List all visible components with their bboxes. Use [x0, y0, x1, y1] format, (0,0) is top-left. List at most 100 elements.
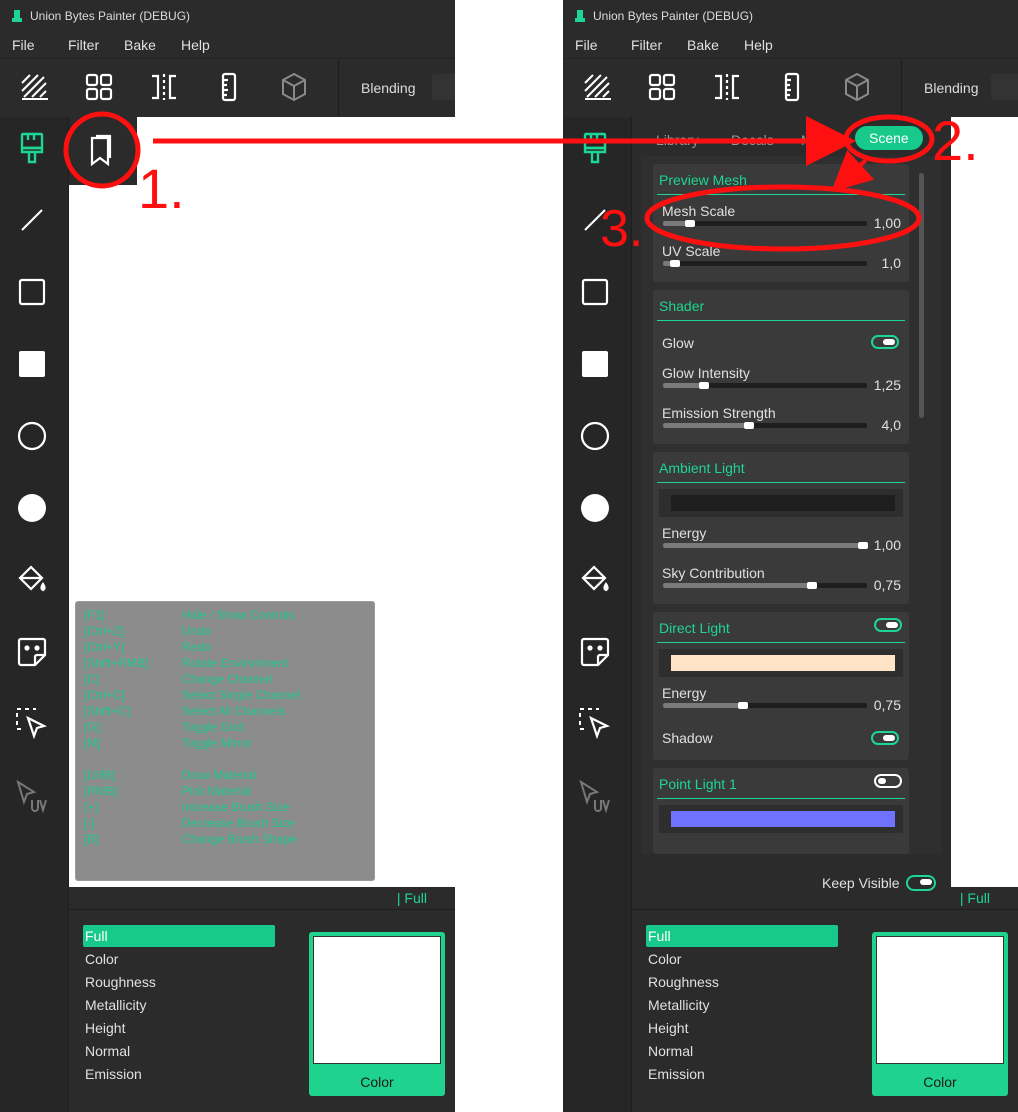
glow-intensity-label: Glow Intensity — [662, 365, 750, 381]
uv-cursor-icon[interactable] — [14, 778, 50, 814]
channel-metallicity[interactable]: Metallicity — [83, 994, 275, 1016]
ambient-color-field[interactable] — [659, 489, 903, 517]
pattern-icon[interactable] — [19, 71, 51, 103]
color-picker-button[interactable]: Color — [872, 932, 1008, 1096]
filled-circle-tool-icon[interactable] — [577, 490, 613, 526]
sticker-icon[interactable] — [14, 634, 50, 670]
channel-metallicity[interactable]: Metallicity — [646, 994, 838, 1016]
keep-visible-label: Keep Visible — [822, 875, 900, 891]
menu-bake[interactable]: Bake — [124, 37, 156, 53]
channel-height[interactable]: Height — [646, 1017, 838, 1039]
direct-energy-slider[interactable] — [663, 702, 867, 709]
mirror-icon[interactable] — [148, 71, 180, 103]
direct-light-toggle[interactable] — [874, 618, 902, 632]
line-tool-icon[interactable] — [14, 202, 50, 238]
blending-dropdown[interactable] — [991, 74, 1018, 100]
toolbar-separator — [901, 60, 902, 116]
line-tool-icon[interactable] — [577, 202, 613, 238]
ambient-color-swatch — [671, 495, 895, 511]
channel-roughness[interactable]: Roughness — [646, 971, 838, 993]
channel-emission[interactable]: Emission — [646, 1063, 838, 1085]
shortcut-key: [C] — [84, 672, 100, 686]
ambient-energy-slider[interactable] — [663, 542, 868, 549]
rectangle-tool-icon[interactable] — [577, 274, 613, 310]
ambient-energy-label: Energy — [662, 525, 707, 541]
mesh-scale-label: Mesh Scale — [662, 203, 736, 219]
shortcut-key: [Shift+C] — [84, 704, 131, 718]
menu-filter[interactable]: Filter — [68, 37, 99, 53]
keep-visible-toggle[interactable] — [906, 875, 936, 891]
section-divider — [657, 798, 905, 799]
color-picker-button[interactable]: Color — [309, 932, 445, 1096]
circle-tool-icon[interactable] — [14, 418, 50, 454]
sticker-icon[interactable] — [577, 634, 613, 670]
window-title: Union Bytes Painter (DEBUG) — [30, 9, 191, 23]
rectangle-tool-icon[interactable] — [14, 274, 50, 310]
bookmark-icon[interactable] — [86, 134, 116, 168]
shortcut-description: Undo — [182, 624, 211, 638]
shortcut-key: [RMB] — [84, 784, 118, 798]
channel-roughness[interactable]: Roughness — [83, 971, 275, 993]
channel-normal[interactable]: Normal — [83, 1040, 275, 1062]
shadow-toggle[interactable] — [871, 731, 899, 745]
direct-color-field[interactable] — [659, 649, 903, 677]
circle-tool-icon[interactable] — [577, 418, 613, 454]
menu-filter[interactable]: Filter — [631, 37, 662, 53]
ruler-icon[interactable] — [213, 71, 245, 103]
shortcut-key: [Shift+RMB] — [84, 656, 149, 670]
channel-color[interactable]: Color — [83, 948, 275, 970]
tab-scene[interactable]: Scene — [855, 126, 923, 150]
menu-help[interactable]: Help — [744, 37, 773, 53]
paint-brush-icon[interactable] — [577, 130, 613, 166]
uv-scale-value: 1,0 — [881, 255, 901, 271]
filled-rectangle-tool-icon[interactable] — [577, 346, 613, 382]
shortcut-key: [Ctrl+Z] — [84, 624, 124, 638]
menu-help[interactable]: Help — [181, 37, 210, 53]
ruler-icon[interactable] — [776, 71, 808, 103]
tab-decals[interactable]: Decals — [731, 132, 774, 148]
grid-icon[interactable] — [646, 71, 678, 103]
toolbar-separator — [338, 60, 339, 116]
filled-circle-tool-icon[interactable] — [14, 490, 50, 526]
paint-brush-icon[interactable] — [14, 130, 50, 166]
right-window: Union Bytes Painter (DEBUG) File Filter … — [563, 0, 1018, 1112]
channel-emission[interactable]: Emission — [83, 1063, 275, 1085]
cube-icon[interactable] — [278, 71, 310, 103]
point-light-color-field[interactable] — [659, 805, 903, 833]
uv-cursor-icon[interactable] — [577, 778, 613, 814]
fill-bucket-icon[interactable] — [577, 562, 613, 598]
pattern-icon[interactable] — [582, 71, 614, 103]
channel-height[interactable]: Height — [83, 1017, 275, 1039]
panel-scrollbar[interactable] — [919, 173, 924, 418]
window-title: Union Bytes Painter (DEBUG) — [593, 9, 754, 23]
channel-color[interactable]: Color — [646, 948, 838, 970]
channel-full[interactable]: Full — [83, 925, 275, 947]
emission-strength-label: Emission Strength — [662, 405, 776, 421]
channel-normal[interactable]: Normal — [646, 1040, 838, 1062]
point-light-1-toggle[interactable] — [874, 774, 902, 788]
mirror-icon[interactable] — [711, 71, 743, 103]
tab-library[interactable]: Library — [656, 132, 699, 148]
menu-file[interactable]: File — [575, 37, 598, 53]
section-divider — [657, 482, 905, 483]
selection-cursor-icon[interactable] — [577, 706, 613, 742]
blending-dropdown[interactable] — [432, 74, 455, 100]
selection-cursor-icon[interactable] — [14, 706, 50, 742]
paint-canvas[interactable] — [951, 117, 1018, 887]
menu-file[interactable]: File — [12, 37, 35, 53]
cube-icon[interactable] — [841, 71, 873, 103]
shortcut-description: Toggle Grid — [182, 720, 244, 734]
channel-full[interactable]: Full — [646, 925, 838, 947]
emission-strength-slider[interactable] — [663, 422, 867, 429]
channel-panel: Full Color Roughness Metallicity Height … — [632, 909, 1018, 1112]
sky-contribution-slider[interactable] — [663, 582, 867, 589]
glow-toggle[interactable] — [871, 335, 899, 349]
filled-rectangle-tool-icon[interactable] — [14, 346, 50, 382]
glow-intensity-slider[interactable] — [663, 382, 867, 389]
tab-masks[interactable]: Masks — [801, 132, 841, 148]
grid-icon[interactable] — [83, 71, 115, 103]
mesh-scale-slider[interactable] — [663, 220, 867, 227]
uv-scale-slider[interactable] — [663, 260, 867, 267]
fill-bucket-icon[interactable] — [14, 562, 50, 598]
menu-bake[interactable]: Bake — [687, 37, 719, 53]
